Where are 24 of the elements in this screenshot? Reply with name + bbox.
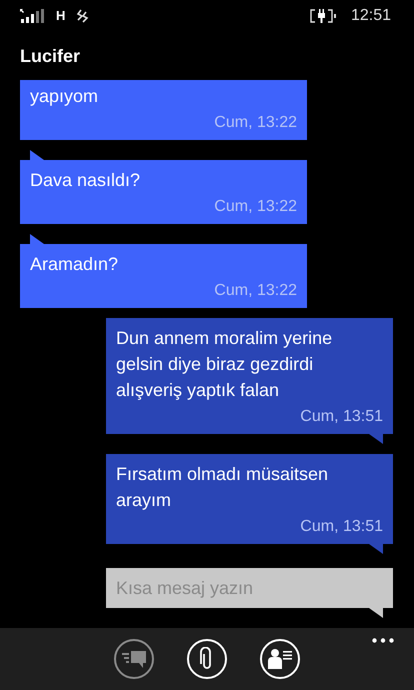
message-text: Dava nasıldı? <box>30 169 142 192</box>
message-time: Cum, 13:22 <box>214 197 297 217</box>
message-input-field[interactable]: Kısa mesaj yazın <box>106 568 393 608</box>
more-icon[interactable] <box>372 638 394 643</box>
send-message-icon <box>122 649 146 669</box>
signal-strength-icon <box>20 9 46 23</box>
battery-charging-icon <box>310 9 337 23</box>
message-text: Dun annem moralim yerine gelsin diye biraz gezdirdi alışveriş yaptık falan <box>116 327 334 402</box>
paperclip-icon <box>200 647 214 671</box>
message-text: Fırsatım olmadı müsaitsen arayım <box>116 463 330 512</box>
message-time: Cum, 13:22 <box>214 113 297 133</box>
message-time: Cum, 13:22 <box>214 281 297 301</box>
network-type: H <box>56 7 66 26</box>
clock-time: 12:51 <box>350 6 391 26</box>
contact-name: Lucifer <box>20 44 80 68</box>
message-time: Cum, 13:51 <box>300 517 383 537</box>
message-text: Aramadın? <box>30 253 120 276</box>
contact-card-icon <box>267 648 293 670</box>
contact-button[interactable] <box>260 639 300 679</box>
message-text: yapıyom <box>30 85 100 108</box>
field-tail <box>369 608 383 618</box>
attach-button[interactable] <box>187 639 227 679</box>
data-sense-icon <box>75 8 90 24</box>
message-time: Cum, 13:51 <box>300 407 383 427</box>
